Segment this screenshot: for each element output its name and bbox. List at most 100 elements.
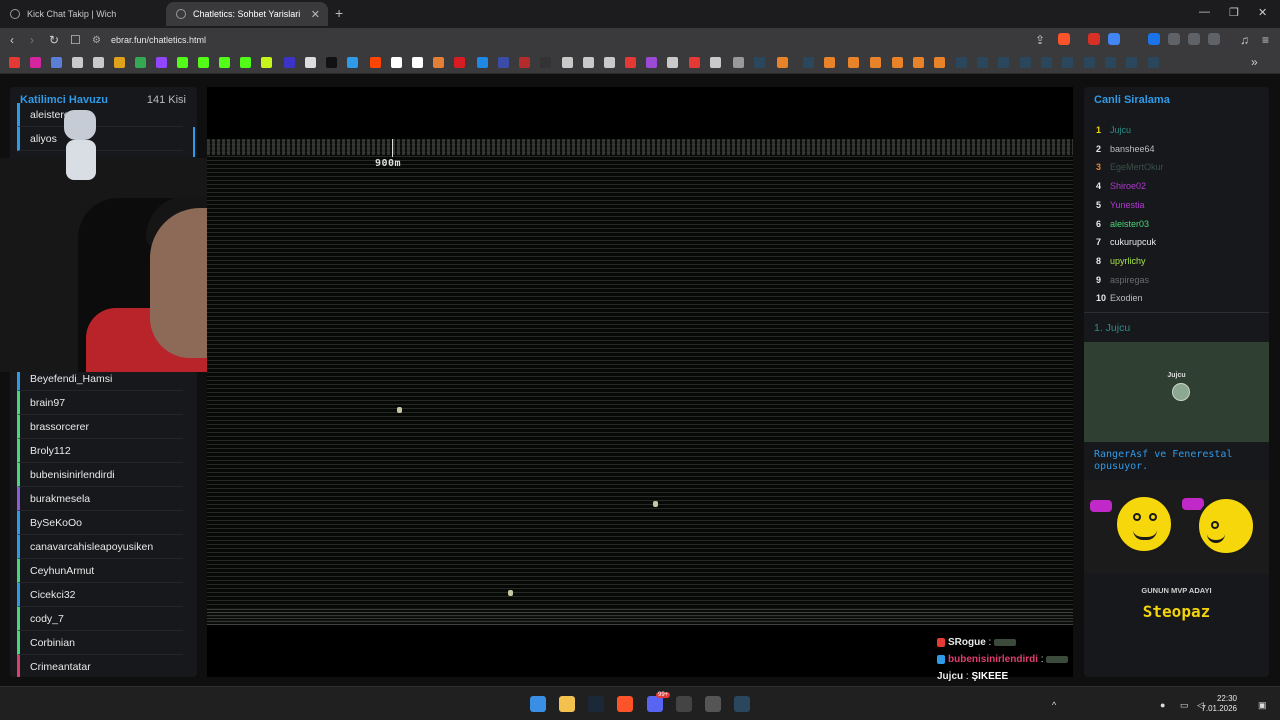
bookmark-icon[interactable] xyxy=(433,57,444,68)
more-bookmarks-icon[interactable]: » xyxy=(1251,55,1258,69)
close-tab-icon[interactable]: ✕ xyxy=(311,8,320,21)
network-icon[interactable]: ▭ xyxy=(1180,700,1189,711)
folder-icon[interactable] xyxy=(733,57,744,68)
distance-marker-line xyxy=(392,139,393,157)
menu-icon[interactable]: ≡ xyxy=(1262,33,1269,47)
media-icon[interactable]: ♫ xyxy=(1240,33,1249,47)
bookmark-icon[interactable] xyxy=(72,57,83,68)
bookmark-icon[interactable] xyxy=(412,57,423,68)
microphone-icon[interactable]: ● xyxy=(1160,700,1165,710)
bookmark-icon[interactable] xyxy=(498,57,509,68)
bookmark-icon[interactable] xyxy=(114,57,125,68)
rank-name: Yunestia xyxy=(1110,199,1145,210)
bookmark-x-icon[interactable] xyxy=(326,57,337,68)
participant-item: Cicekci32 xyxy=(17,583,183,607)
participant-item: BySeKoOo xyxy=(17,511,183,535)
extension-icon[interactable] xyxy=(1148,33,1160,45)
file-explorer-icon[interactable] xyxy=(559,696,575,712)
brave-shield-icon[interactable] xyxy=(1058,33,1070,45)
bookmark-icon[interactable] xyxy=(454,57,465,68)
bookmark-kick-icon[interactable] xyxy=(198,57,209,68)
tab-chatletics[interactable]: Chatletics: Sohbet Yarislari ✕ xyxy=(166,2,328,26)
bookmark-kick-icon[interactable] xyxy=(219,57,230,68)
tab-kick-chat[interactable]: Kick Chat Takip | Wich xyxy=(0,2,165,26)
bookmark-steam-icon[interactable] xyxy=(1062,57,1073,68)
bookmark-steam-icon[interactable] xyxy=(977,57,988,68)
tray-chevron-icon[interactable]: ^ xyxy=(1052,700,1056,710)
bookmark-icon[interactable] xyxy=(519,57,530,68)
bookmark-steam-icon[interactable] xyxy=(803,57,814,68)
bookmark-steam-icon[interactable] xyxy=(1041,57,1052,68)
bookmark-icon[interactable]: ☐ xyxy=(70,33,81,47)
close-window-icon[interactable]: ✕ xyxy=(1258,6,1267,19)
notifications-icon[interactable]: ▣ xyxy=(1258,700,1267,711)
bookmark-steam-icon[interactable] xyxy=(1148,57,1159,68)
bookmark-instagram-icon[interactable] xyxy=(30,57,41,68)
bookmark-icon[interactable] xyxy=(540,57,551,68)
sidebar-icon[interactable] xyxy=(1188,33,1200,45)
new-tab-button[interactable]: + xyxy=(335,5,343,21)
steam-icon[interactable] xyxy=(588,696,604,712)
bookmark-icon[interactable] xyxy=(689,57,700,68)
bookmark-icon[interactable] xyxy=(261,57,272,68)
bookmark-steam-icon[interactable] xyxy=(1084,57,1095,68)
bookmark-icon[interactable] xyxy=(51,57,62,68)
bookmark-icon[interactable] xyxy=(934,57,945,68)
app-icon[interactable] xyxy=(734,696,750,712)
bookmark-icon[interactable] xyxy=(848,57,859,68)
discord-icon[interactable] xyxy=(647,696,663,712)
windows-start-icon[interactable] xyxy=(530,696,546,712)
bookmark-icon[interactable] xyxy=(477,57,488,68)
bookmark-icon[interactable] xyxy=(625,57,636,68)
bookmark-kick-icon[interactable] xyxy=(177,57,188,68)
bookmark-steam-icon[interactable] xyxy=(1105,57,1116,68)
bookmark-steam-icon[interactable] xyxy=(754,57,765,68)
bookmark-icon[interactable] xyxy=(710,57,721,68)
bookmark-icon[interactable] xyxy=(604,57,615,68)
bookmark-steam-icon[interactable] xyxy=(1020,57,1031,68)
maximize-icon[interactable]: ❐ xyxy=(1229,6,1239,19)
bookmark-icon[interactable] xyxy=(391,57,402,68)
reload-icon[interactable]: ↻ xyxy=(49,33,59,47)
extensions-menu-icon[interactable] xyxy=(1168,33,1180,45)
bookmark-icon[interactable] xyxy=(892,57,903,68)
clock[interactable]: 22:30 7.01.2026 xyxy=(1201,694,1237,714)
bookmark-icon[interactable] xyxy=(347,57,358,68)
bookmark-steam-icon[interactable] xyxy=(998,57,1009,68)
obs-icon[interactable] xyxy=(705,696,721,712)
bookmark-icon[interactable] xyxy=(583,57,594,68)
bookmark-icon[interactable] xyxy=(646,57,657,68)
notification-badge: 99+ xyxy=(656,692,671,698)
wallet-icon[interactable] xyxy=(1208,33,1220,45)
forward-icon[interactable]: › xyxy=(30,33,34,47)
brave-browser-icon[interactable] xyxy=(617,696,633,712)
bookmark-icon[interactable] xyxy=(93,57,104,68)
bookmark-icon[interactable] xyxy=(667,57,678,68)
site-settings-icon[interactable]: ⚙ xyxy=(92,35,101,46)
app-icon[interactable] xyxy=(676,696,692,712)
smiley-mouth xyxy=(1133,530,1157,540)
bookmark-youtube-icon[interactable] xyxy=(9,57,20,68)
bookmark-icon[interactable] xyxy=(824,57,835,68)
minimize-icon[interactable]: — xyxy=(1199,6,1210,18)
back-icon[interactable]: ‹ xyxy=(10,33,14,47)
extension-icon[interactable] xyxy=(1108,33,1120,45)
bookmark-icon[interactable] xyxy=(777,57,788,68)
extension-icon[interactable] xyxy=(1088,33,1100,45)
bookmark-drive-icon[interactable] xyxy=(135,57,146,68)
bookmark-icon[interactable] xyxy=(913,57,924,68)
bookmark-icon[interactable] xyxy=(284,57,295,68)
bookmark-icon[interactable] xyxy=(870,57,881,68)
clock-time: 22:30 xyxy=(1216,694,1237,703)
bookmark-steam-icon[interactable] xyxy=(1126,57,1137,68)
share-icon[interactable]: ⇪ xyxy=(1035,33,1045,47)
participant-scrollbar[interactable] xyxy=(193,127,195,157)
leader-box-name: Jujcu xyxy=(1167,372,1186,379)
bookmark-icon[interactable] xyxy=(305,57,316,68)
bookmark-kick-icon[interactable] xyxy=(240,57,251,68)
url-field[interactable]: ⚙ ebrar.fun/chatletics.html xyxy=(92,32,206,48)
bookmark-icon[interactable] xyxy=(562,57,573,68)
bookmark-steam-icon[interactable] xyxy=(956,57,967,68)
bookmark-reddit-icon[interactable] xyxy=(370,57,381,68)
bookmark-twitch-icon[interactable] xyxy=(156,57,167,68)
